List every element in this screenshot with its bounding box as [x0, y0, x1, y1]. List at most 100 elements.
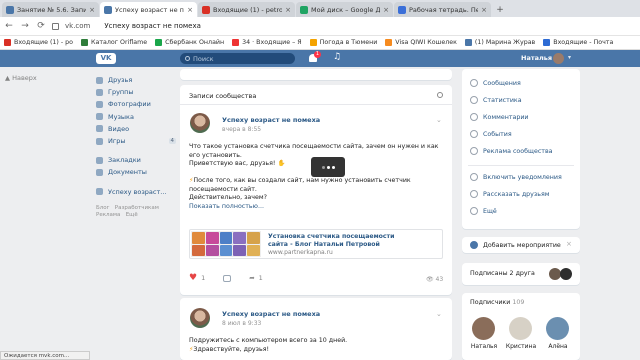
user-name[interactable]: Наталья — [521, 54, 552, 62]
games-icon — [96, 137, 103, 145]
link-attachment[interactable]: Установка счетчика посещаемости сайта - … — [189, 229, 443, 259]
browser-tab-1[interactable]: Занятие № 5.6. Запись с × — [2, 2, 99, 17]
scroll-to-top-link[interactable]: ▲ Наверх — [5, 74, 37, 82]
repost-count: 1 — [258, 274, 263, 282]
bookmark-item[interactable]: Каталог Oriflame — [80, 39, 147, 46]
new-tab-icon[interactable]: + — [492, 2, 508, 17]
sidebar-item-documents[interactable]: Документы — [96, 166, 176, 178]
oriflame-icon — [80, 39, 88, 46]
chevron-down-icon[interactable]: ▾ — [568, 54, 571, 61]
close-tab-icon[interactable]: × — [481, 6, 487, 14]
close-tab-icon[interactable]: × — [285, 6, 291, 14]
footer-link[interactable]: Блог — [96, 205, 110, 211]
chevron-down-icon[interactable]: ⌄ — [436, 116, 442, 124]
close-tab-icon[interactable]: × — [89, 6, 95, 14]
search-input[interactable]: Поиск — [180, 53, 295, 64]
heart-icon[interactable]: ♥ — [189, 273, 197, 283]
bookmark-item[interactable]: Входящие - Почта — [543, 39, 613, 46]
vk-logo-icon[interactable]: VK — [96, 53, 116, 64]
bookmark-item[interactable]: (1) Марина Журав — [464, 39, 535, 46]
sidebar-item-video[interactable]: Видео — [96, 123, 176, 135]
bookmark-item[interactable]: Погода в Тюмени — [309, 39, 377, 46]
search-icon — [185, 56, 190, 61]
footer-link[interactable]: Реклама — [96, 212, 120, 218]
message-icon — [470, 79, 478, 87]
subscribers-title[interactable]: Подписчики 109 — [470, 299, 524, 306]
photos-icon — [96, 100, 103, 108]
footer-link[interactable]: Ещё — [126, 212, 138, 218]
add-event-card: Добавить мероприятие × — [462, 237, 580, 253]
menu-notifications[interactable]: Включить уведомления — [470, 173, 562, 181]
tab-title: Успеху возраст не пом — [115, 5, 184, 14]
sidebar-item-bookmarks[interactable]: Закладки — [96, 154, 176, 166]
close-tab-icon[interactable]: × — [383, 6, 389, 14]
event-icon — [470, 241, 478, 249]
subscriber-name[interactable]: Наталья — [467, 343, 501, 350]
wall-title[interactable]: Записи сообщества — [189, 92, 256, 100]
more-icon — [470, 207, 478, 215]
menu-comments[interactable]: Комментарии — [470, 113, 529, 121]
post-date[interactable]: вчера в 8:55 — [222, 126, 261, 133]
bookmark-item[interactable]: Входящие (1) - ро — [4, 39, 73, 46]
add-event-button[interactable]: Добавить мероприятие — [470, 241, 561, 249]
bookmark-item[interactable]: Visa QIWI Кошелек — [385, 39, 457, 46]
sidebar-item-games[interactable]: Игры 4 — [96, 135, 176, 147]
notification-badge: 1 — [314, 51, 321, 58]
gmail-favicon-icon — [202, 5, 210, 14]
comment-icon[interactable] — [223, 274, 232, 282]
bookmark-item[interactable]: Сбербанк Онлайн — [155, 39, 224, 46]
chevron-down-icon[interactable]: ⌄ — [436, 310, 442, 318]
menu-stats[interactable]: Статистика — [470, 96, 522, 104]
sidebar-item-groups[interactable]: Группы — [96, 86, 176, 98]
menu-more[interactable]: Ещё — [470, 207, 497, 215]
post-date[interactable]: 8 июл в 9:33 — [222, 320, 261, 327]
menu-share[interactable]: Рассказать друзьям — [470, 190, 550, 198]
show-more-link[interactable]: Показать полностью... — [189, 203, 264, 210]
tab-title: Входящие (1) - petroyra5 — [213, 5, 283, 14]
friends-icon — [96, 76, 103, 84]
subscribed-friends-card[interactable]: Подписаны 2 друга — [462, 263, 580, 285]
avatar[interactable] — [553, 53, 564, 64]
link-title[interactable]: Установка счетчика посещаемости сайта - … — [268, 233, 398, 248]
music-icon — [96, 113, 103, 121]
sidebar-item-music[interactable]: Музыка — [96, 111, 176, 123]
vk-favicon-icon — [6, 5, 14, 14]
avatar[interactable] — [509, 317, 532, 340]
subscriber-name[interactable]: Алёна — [541, 343, 575, 350]
events-icon — [470, 130, 478, 138]
post-author[interactable]: Успеху возраст не помеха — [222, 116, 320, 124]
reload-icon[interactable]: ⟳ — [36, 21, 46, 31]
browser-tab-5[interactable]: Рабочая тетрадь. Первы × — [394, 2, 491, 17]
back-icon[interactable]: ← — [4, 21, 14, 31]
link-url: www.partnerkapna.ru — [268, 249, 333, 256]
menu-events[interactable]: События — [470, 130, 512, 138]
avatar[interactable] — [190, 308, 210, 328]
subscriber-name[interactable]: Кристина — [504, 343, 538, 350]
community-actions: Сообщения Статистика Комментарии События… — [462, 69, 580, 229]
avatar[interactable] — [472, 317, 495, 340]
sidebar-item-photos[interactable]: Фотографии — [96, 98, 176, 110]
sidebar-item-community[interactable]: Успеху возраст... — [96, 186, 176, 198]
footer-link[interactable]: Разработчикам — [115, 205, 159, 211]
avatar[interactable] — [190, 113, 210, 133]
menu-messages[interactable]: Сообщения — [470, 79, 521, 87]
forward-icon[interactable]: → — [20, 21, 30, 31]
share-icon[interactable]: ➦ — [249, 274, 254, 282]
menu-ads[interactable]: Реклама сообщества — [470, 147, 553, 155]
post-author[interactable]: Успеху возраст не помеха — [222, 310, 320, 318]
close-icon[interactable]: × — [566, 240, 572, 248]
close-tab-icon[interactable]: × — [187, 6, 193, 14]
wall-top-strip — [180, 69, 452, 80]
avatar[interactable] — [546, 317, 569, 340]
browser-tab-4[interactable]: Мой диск – Google Диск × — [296, 2, 393, 17]
post-text: Что такое установка счетчика посещаемост… — [189, 143, 439, 210]
sidebar-item-friends[interactable]: Друзья — [96, 74, 176, 86]
bookmark-item[interactable]: 34 · Входящие – Я — [232, 39, 302, 46]
bookmarks-bar: Входящие (1) - ро Каталог Oriflame Сберб… — [0, 36, 640, 50]
search-icon[interactable] — [437, 92, 443, 98]
browser-tab-2[interactable]: Успеху возраст не пом × — [100, 2, 197, 17]
url-field[interactable]: vk.com — [65, 22, 90, 30]
divider — [180, 104, 452, 105]
music-note-icon[interactable]: ♫ — [333, 52, 341, 62]
browser-tab-3[interactable]: Входящие (1) - petroyra5 × — [198, 2, 295, 17]
